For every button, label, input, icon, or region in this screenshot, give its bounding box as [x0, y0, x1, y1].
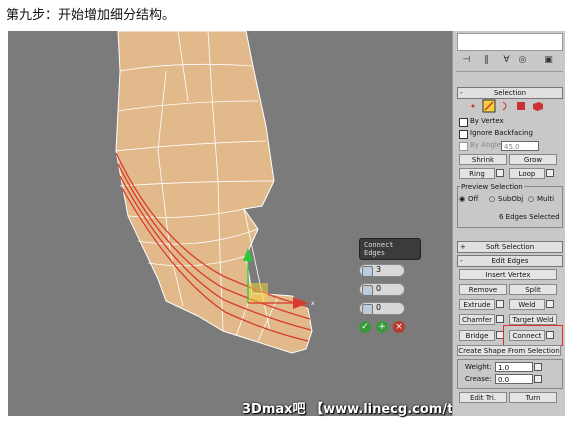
edit-edges-toggle: - [460, 257, 463, 265]
insert-vertex-button[interactable]: Insert Vertex [459, 269, 557, 280]
target-weld-button[interactable]: Target Weld [509, 314, 557, 325]
preview-selection-group [457, 186, 563, 228]
crease-field[interactable]: 0.0 [495, 374, 533, 384]
create-shape-button[interactable]: Create Shape From Selection [457, 345, 561, 356]
grow-button[interactable]: Grow [509, 154, 557, 165]
element-icon [533, 102, 543, 111]
weld-button[interactable]: Weld [509, 299, 545, 310]
configure-sets-icon[interactable]: ▣ [542, 55, 555, 68]
off-label: Off [468, 195, 479, 203]
segments-icon [362, 266, 373, 277]
slide-icon [362, 304, 373, 315]
pinch-value: 0 [376, 284, 382, 293]
ring-button[interactable]: Ring [459, 168, 495, 179]
turn-button[interactable]: Turn [509, 392, 557, 403]
weight-spinner[interactable] [534, 363, 542, 371]
weight-field[interactable]: 1.0 [495, 362, 533, 372]
by-vertex-checkbox[interactable] [459, 118, 468, 127]
remove-modifier-icon[interactable]: ◎ [516, 55, 529, 68]
multi-radio[interactable]: ○ [528, 195, 534, 203]
polygon-icon [517, 102, 525, 110]
loop-spinner[interactable] [546, 169, 554, 177]
subobj-label: SubObj [498, 195, 524, 203]
bridge-button[interactable]: Bridge [459, 330, 495, 341]
tutorial-caption: 第九步：开始增加细分结构。 [6, 8, 176, 23]
command-panel: ⊣ ‖ ∀ ◎ ▣ - Selection By Vertex Ignore Ba… [452, 31, 565, 416]
extrude-settings-icon[interactable] [496, 300, 504, 308]
segments-spinner[interactable]: 3 [359, 264, 405, 277]
ignore-backfacing-label: Ignore Backfacing [470, 129, 533, 137]
pinch-spinner[interactable]: 0 [359, 283, 405, 296]
soft-selection-toggle: + [460, 243, 466, 251]
chamfer-button[interactable]: Chamfer [459, 314, 495, 325]
selection-header-label: Selection [493, 89, 527, 97]
pinch-icon [362, 285, 373, 296]
edit-edges-label: Edit Edges [491, 257, 529, 265]
slide-value: 0 [376, 303, 382, 312]
soft-selection-rollout-header[interactable]: + Soft Selection [457, 241, 563, 253]
weight-label: Weight: [465, 363, 492, 371]
border-icon [502, 101, 507, 111]
slide-spinner[interactable]: 0 [359, 302, 405, 315]
selection-toggle: - [460, 89, 463, 97]
stack-toolbar: ⊣ ‖ ∀ ◎ ▣ [456, 53, 563, 72]
ok-check-icon[interactable]: ✓ [359, 321, 371, 333]
by-angle-label: By Angle: [470, 141, 504, 149]
subobject-icons[interactable] [467, 99, 557, 113]
loop-button[interactable]: Loop [509, 168, 545, 179]
caddy-title: Connect Edges [359, 238, 421, 260]
by-vertex-label: By Vertex [470, 117, 504, 125]
edit-tri-button[interactable]: Edit Tri. [459, 392, 507, 403]
crease-spinner[interactable] [534, 375, 542, 383]
cancel-x-icon[interactable]: × [393, 321, 405, 333]
off-radio[interactable]: ◉ [459, 195, 465, 203]
chamfer-settings-icon[interactable] [496, 315, 504, 323]
crease-label: Crease: [465, 375, 492, 383]
shrink-button[interactable]: Shrink [459, 154, 507, 165]
weld-settings-icon[interactable] [546, 300, 554, 308]
split-button[interactable]: Split [509, 284, 557, 295]
selection-status: 6 Edges Selected [499, 213, 560, 221]
show-end-result-icon[interactable]: ‖ [480, 55, 493, 68]
make-unique-icon[interactable]: ∀ [500, 55, 513, 68]
by-angle-checkbox[interactable] [459, 142, 468, 151]
ring-spinner[interactable] [496, 169, 504, 177]
mesh-render: x [115, 31, 315, 354]
subobj-radio[interactable]: ○ [489, 195, 495, 203]
vertex-icon [471, 104, 475, 108]
angle-field[interactable]: 45.0 [501, 141, 539, 151]
multi-label: Multi [537, 195, 555, 203]
preview-selection-label: Preview Selection [460, 183, 524, 191]
modifier-stack-list[interactable] [457, 33, 563, 51]
svg-text:x: x [311, 300, 315, 307]
extrude-button[interactable]: Extrude [459, 299, 495, 310]
soft-selection-label: Soft Selection [485, 243, 535, 251]
3d-viewport[interactable]: x Connect Edges 3 0 0 ✓ + × [8, 31, 452, 416]
apply-plus-icon[interactable]: + [376, 321, 388, 333]
selection-rollout-header[interactable]: - Selection [457, 87, 563, 99]
edit-edges-rollout-header[interactable]: - Edit Edges [457, 255, 563, 267]
segments-value: 3 [376, 265, 382, 274]
connect-highlight-box [503, 325, 563, 346]
pin-stack-icon[interactable]: ⊣ [460, 55, 473, 68]
ignore-backfacing-checkbox[interactable] [459, 130, 468, 139]
remove-button[interactable]: Remove [459, 284, 507, 295]
